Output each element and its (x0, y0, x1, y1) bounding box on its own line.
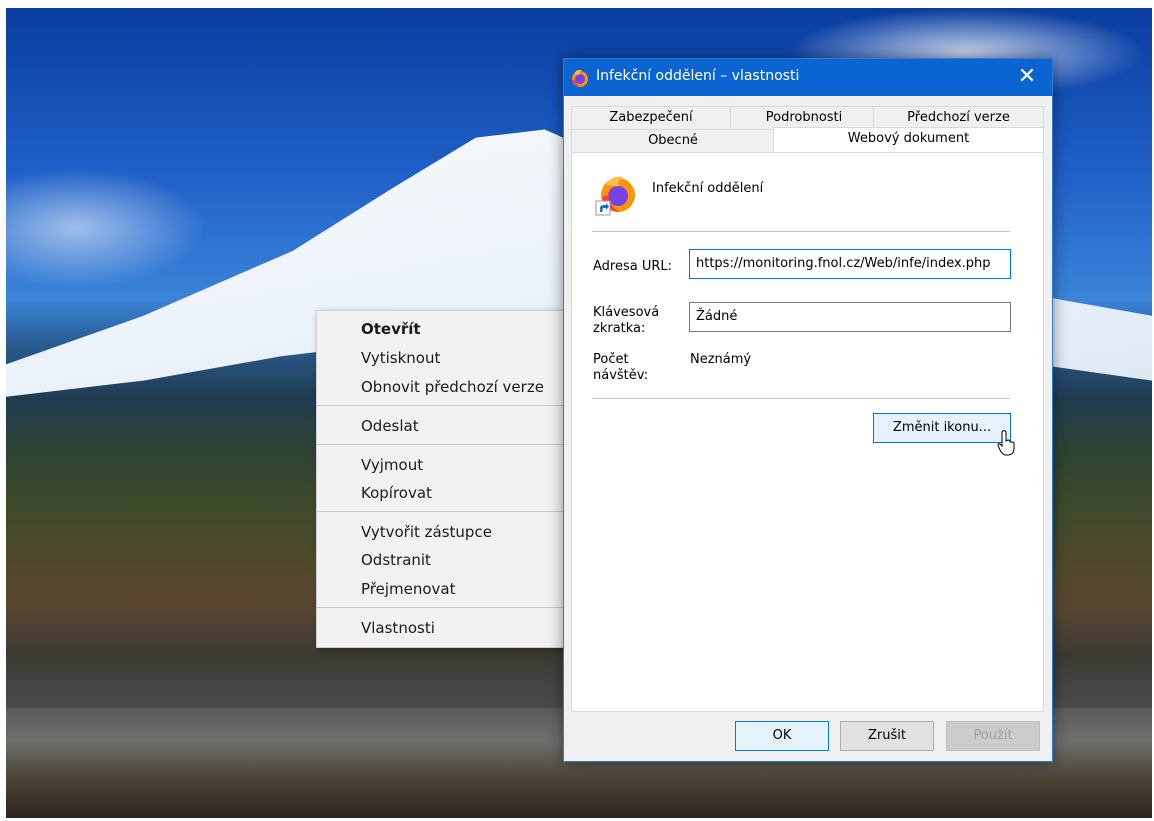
menu-separator (317, 405, 567, 406)
menu-item-properties[interactable]: Vlastnosti (317, 614, 567, 642)
context-menu: Otevřít Vytisknout Obnovit předchozí ver… (316, 310, 568, 648)
visits-label-line2: návštěv: (593, 368, 649, 383)
menu-item-restore-versions[interactable]: Obnovit předchozí verze (317, 373, 567, 401)
firefox-icon (572, 69, 588, 87)
shortcut-key-label-line1: Klávesová (593, 305, 660, 320)
menu-item-create-shortcut[interactable]: Vytvořit zástupce (317, 518, 567, 546)
pointer-cursor-icon (997, 430, 1015, 456)
close-icon[interactable]: ✕ (1012, 63, 1042, 93)
ok-button[interactable]: OK (735, 721, 829, 751)
tab-web-document[interactable]: Webový dokument (773, 127, 1044, 152)
menu-separator (317, 444, 567, 445)
tab-details[interactable]: Podrobnosti (730, 106, 878, 128)
tab-general[interactable]: Obecné (571, 129, 775, 153)
url-field[interactable]: https://monitoring.fnol.cz/Web/infe/inde… (689, 249, 1011, 279)
shortcut-name: Infekční oddělení (652, 181, 764, 196)
change-icon-button[interactable]: Změnit ikonu... (873, 413, 1011, 443)
visits-value: Neznámý (690, 352, 752, 367)
visits-label-line1: Počet (593, 352, 629, 367)
tab-previous-versions[interactable]: Předchozí verze (873, 106, 1044, 128)
menu-item-delete[interactable]: Odstranit (317, 546, 567, 574)
cancel-button[interactable]: Zrušit (840, 721, 934, 751)
menu-item-copy[interactable]: Kopírovat (317, 479, 567, 507)
tab-security[interactable]: Zabezpečení (571, 106, 731, 128)
menu-separator (317, 607, 567, 608)
dialog-title: Infekční oddělení – vlastnosti (596, 68, 800, 84)
menu-item-open[interactable]: Otevřít (317, 315, 567, 343)
menu-item-print[interactable]: Vytisknout (317, 344, 567, 372)
menu-item-send-to[interactable]: Odeslat (317, 412, 567, 440)
shortcut-key-field[interactable]: Žádné (689, 302, 1011, 332)
divider (592, 398, 1010, 399)
menu-item-cut[interactable]: Vyjmout (317, 451, 567, 479)
shortcut-key-label-line2: zkratka: (593, 321, 646, 336)
firefox-shortcut-icon (595, 176, 635, 216)
cloud (6, 168, 206, 288)
menu-item-rename[interactable]: Přejmenovat (317, 575, 567, 603)
title-bar[interactable]: Infekční oddělení – vlastnosti ✕ (564, 59, 1052, 96)
apply-button[interactable]: Použít (946, 721, 1040, 751)
url-label: Adresa URL: (593, 259, 673, 274)
divider (592, 231, 1010, 232)
menu-separator (317, 511, 567, 512)
tab-panel-web-document: Infekční oddělení Adresa URL: https://mo… (571, 152, 1044, 712)
properties-dialog: Infekční oddělení – vlastnosti ✕ Zabezpe… (563, 58, 1053, 762)
